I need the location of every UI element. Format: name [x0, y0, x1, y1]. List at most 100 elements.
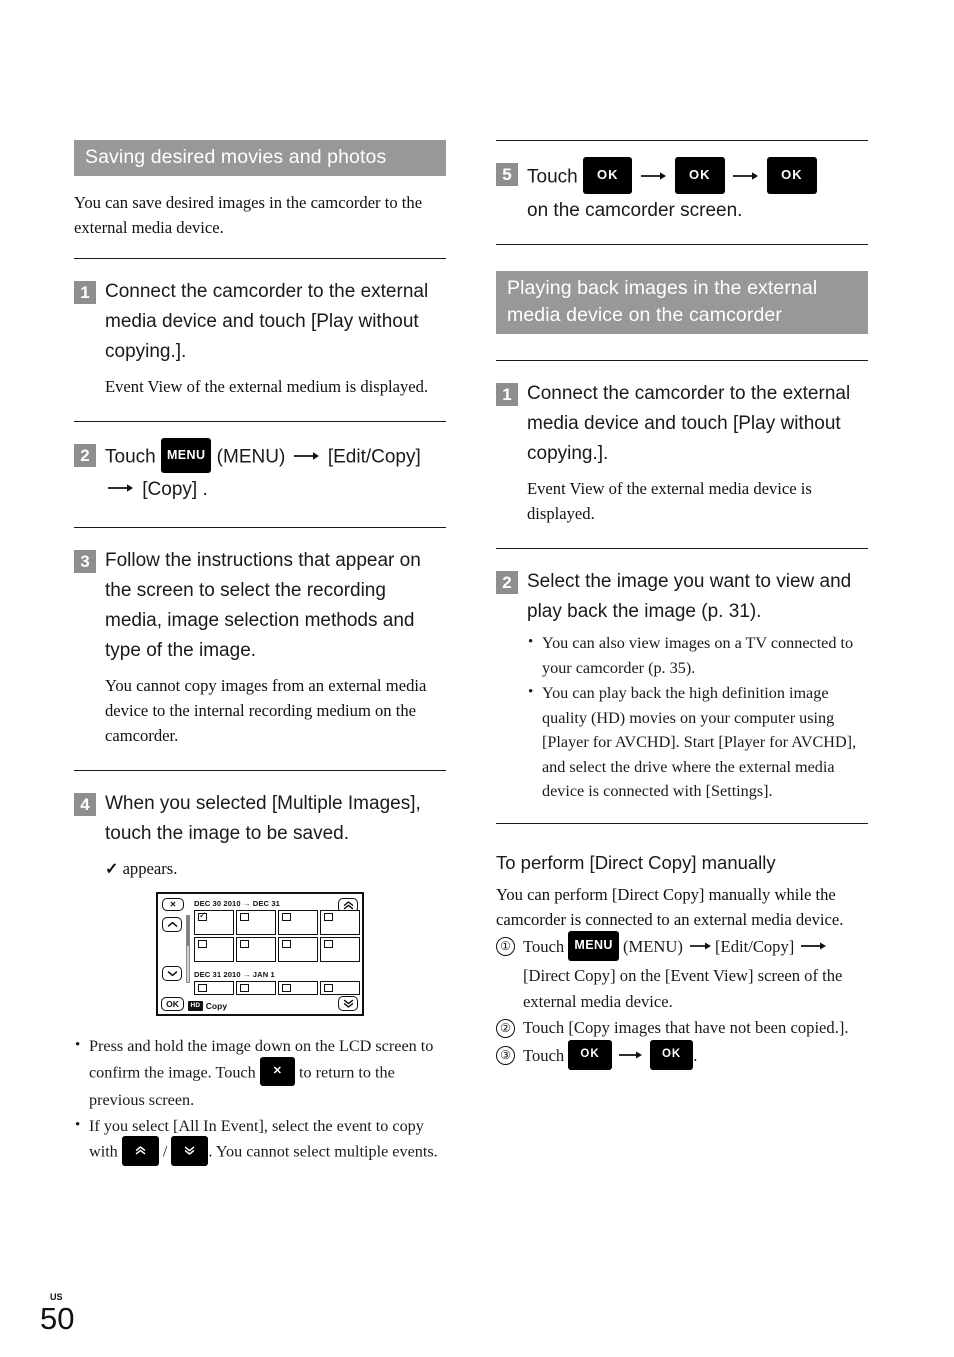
screen-thumbnail[interactable]: [194, 981, 234, 995]
step-number-badge: 1: [74, 281, 96, 304]
checkbox-icon[interactable]: [324, 913, 333, 921]
screen-copy-label: Copy: [205, 1001, 228, 1011]
step-5-text-before: Touch: [527, 166, 578, 188]
arrow-right-icon: [798, 941, 830, 951]
ok-button[interactable]: OK: [568, 1039, 612, 1070]
screen-thumbnail-row: [194, 910, 360, 935]
checkbox-icon[interactable]: [324, 940, 333, 948]
screen-thumbnail[interactable]: [320, 981, 360, 995]
step-number-badge: 3: [74, 550, 96, 573]
step-2-target-1: [Edit/Copy]: [327, 446, 421, 468]
screen-thumbnail-row: [194, 981, 360, 995]
camcorder-screen-figure: ✕ OK DEC 30 2010 → DEC 31 DEC 31 2010 → …: [156, 892, 364, 1016]
screen-thumbnail[interactable]: [278, 981, 318, 995]
step-4-note: ✓ appears.: [74, 856, 446, 882]
step-1-note: Event View of the external medium is dis…: [105, 377, 429, 396]
menu-button[interactable]: MENU: [568, 930, 619, 961]
direct-copy-steps: ① Touch MENU (MENU) [Edit/Copy] [Direct …: [496, 930, 868, 1073]
step-4: 4 When you selected [Multiple Images], t…: [74, 789, 446, 849]
screen-thumbnail[interactable]: [320, 910, 360, 935]
screen-thumbnail[interactable]: [236, 937, 276, 962]
bullet-item: You can also view images on a TV connect…: [527, 630, 868, 680]
step-5-text-after: on the camcorder screen.: [527, 200, 743, 221]
screen-thumbnail[interactable]: [194, 910, 234, 935]
screen-scrollbar[interactable]: [186, 915, 190, 983]
step-3: 3 Follow the instructions that appear on…: [74, 546, 446, 666]
checkbox-icon[interactable]: [240, 984, 249, 992]
checkbox-icon[interactable]: [240, 913, 249, 921]
screen-close-button[interactable]: ✕: [162, 898, 184, 911]
circled-number-3: ③: [496, 1045, 515, 1065]
page-up-button-inline[interactable]: [121, 1136, 159, 1166]
step-3-note: You cannot copy images from an external …: [105, 676, 427, 745]
step-2-text-before: Touch: [105, 446, 156, 468]
screen-thumbnail[interactable]: [278, 910, 318, 935]
section-header-saving: Saving desired movies and photos: [74, 140, 446, 176]
step-number-badge: 1: [496, 383, 518, 406]
screen-scroll-down-button[interactable]: [162, 966, 182, 981]
dc2-text: Touch [Copy images that have not been co…: [523, 1018, 849, 1037]
screen-thumbnail[interactable]: [278, 937, 318, 962]
step-4-note-text: appears.: [122, 859, 178, 878]
page-folio: US 50: [40, 1292, 74, 1335]
ok-button[interactable]: OK: [649, 1039, 694, 1070]
step-number-badge: 4: [74, 793, 96, 816]
direct-copy-step-3: ③ Touch OK OK.: [496, 1039, 868, 1073]
step-1: 1 Connect the camcorder to the external …: [74, 277, 446, 367]
bullet-item: You can play back the high definition im…: [527, 680, 868, 804]
ok-button[interactable]: OK: [582, 157, 633, 194]
screen-ok-button[interactable]: OK: [161, 997, 184, 1011]
bullet-item: Press and hold the image down on the LCD…: [74, 1033, 446, 1113]
arrow-right-icon: [291, 451, 323, 461]
screen-page-down-button[interactable]: [338, 996, 358, 1011]
step-text: Follow the instructions that appear on t…: [105, 550, 421, 661]
ok-button[interactable]: OK: [675, 157, 725, 194]
checkbox-checked-icon[interactable]: [198, 911, 207, 921]
arrow-right-icon: [638, 171, 670, 181]
close-button-inline[interactable]: ✕: [259, 1056, 295, 1086]
checkbox-icon[interactable]: [240, 940, 249, 948]
checkbox-icon[interactable]: [282, 984, 291, 992]
screen-thumbnail[interactable]: [194, 937, 234, 962]
circled-number-1: ①: [496, 936, 515, 956]
step-text: Connect the camcorder to the external me…: [527, 383, 851, 464]
bullet-item: If you select [All In Event], select the…: [74, 1113, 446, 1168]
checkbox-icon[interactable]: [198, 940, 207, 948]
dc1-text-mid: (MENU): [622, 936, 683, 956]
step-number-badge: 5: [496, 163, 518, 186]
page-number: 50: [40, 1301, 75, 1336]
arrow-right-icon: [105, 483, 137, 493]
step-number-badge: 2: [74, 444, 96, 467]
menu-button[interactable]: MENU: [160, 438, 212, 473]
left-column: Saving desired movies and photos You can…: [74, 140, 446, 1169]
screen-scroll-up-button[interactable]: [162, 917, 182, 932]
step-number-badge: 2: [496, 571, 518, 594]
arrow-right-icon: [616, 1050, 646, 1060]
checkbox-icon[interactable]: [282, 913, 291, 921]
right-column: 5 Touch OK OK OK on the camcorder screen…: [496, 140, 868, 1072]
hd-badge-icon: HD: [188, 1001, 203, 1011]
screen-event-label-1: DEC 30 2010 → DEC 31: [194, 899, 280, 908]
checkbox-icon[interactable]: [282, 940, 291, 948]
checkbox-icon[interactable]: [198, 984, 207, 992]
right-step-2: 2 Select the image you want to view and …: [496, 567, 868, 627]
step-2-text-after: (MENU): [216, 446, 286, 468]
direct-copy-step-2: ② Touch [Copy images that have not been …: [496, 1015, 868, 1041]
step-2-target-2: [Copy] .: [142, 479, 208, 500]
manual-page: Saving desired movies and photos You can…: [0, 0, 954, 1357]
direct-copy-heading: To perform [Direct Copy] manually: [496, 851, 776, 873]
dc3-text-after: .: [693, 1045, 698, 1065]
dc3-text-before: Touch: [523, 1045, 565, 1065]
screen-thumbnail[interactable]: [236, 910, 276, 935]
checkbox-icon[interactable]: [324, 984, 333, 992]
screen-thumbnail[interactable]: [236, 981, 276, 995]
page-down-button-inline[interactable]: [171, 1136, 209, 1166]
step-text: Select the image you want to view and pl…: [527, 571, 852, 622]
screen-thumbnail[interactable]: [320, 937, 360, 962]
ok-button[interactable]: OK: [767, 157, 817, 194]
step-text: Touch OK OK OK on the camcorder screen.: [527, 157, 868, 226]
dc1-target-2: [Direct Copy] on the [Event View] screen…: [523, 966, 843, 1011]
dc1-text-before: Touch: [523, 936, 565, 956]
step-2: 2 Touch MENU (MENU) [Edit/Copy] [Copy] .: [74, 438, 446, 505]
step-text: Touch MENU (MENU) [Edit/Copy] [Copy] .: [105, 438, 446, 505]
